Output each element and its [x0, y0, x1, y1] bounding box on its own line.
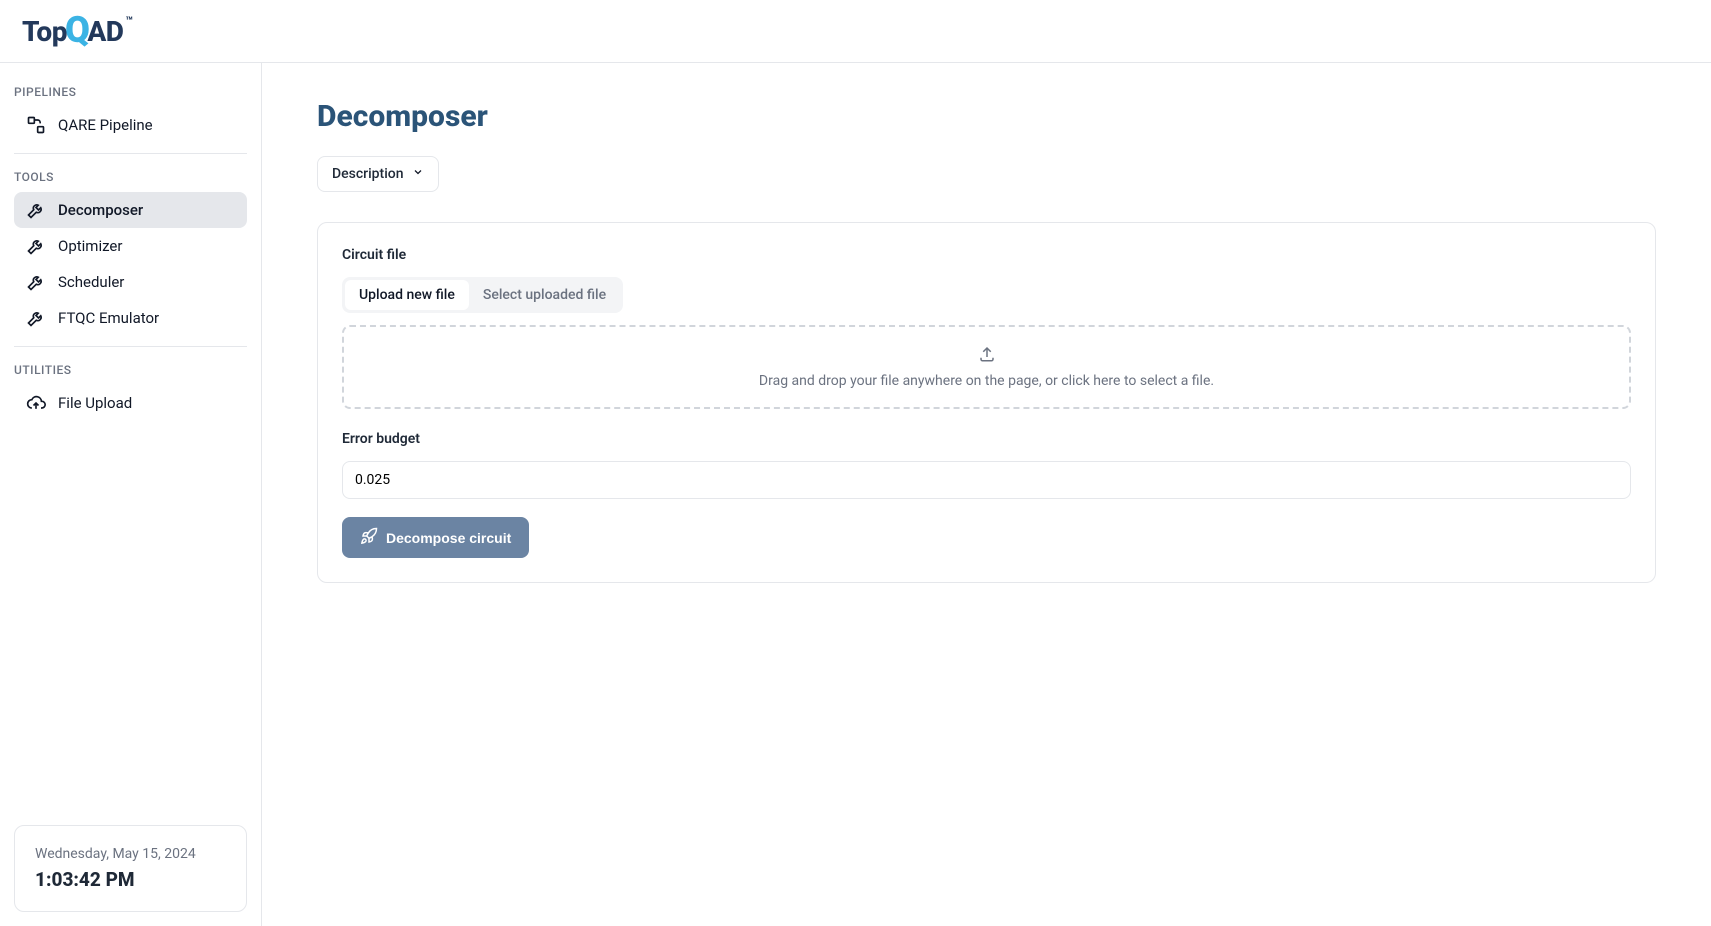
section-header-tools: TOOLS	[14, 162, 247, 192]
sidebar-divider	[14, 153, 247, 154]
sidebar-item-optimizer[interactable]: Optimizer	[14, 228, 247, 264]
logo-top-text: Top	[22, 15, 67, 48]
wrench-icon	[26, 272, 46, 292]
sidebar-item-label: Optimizer	[58, 237, 122, 255]
file-dropzone[interactable]: Drag and drop your file anywhere on the …	[342, 325, 1631, 409]
upload-icon	[362, 345, 1611, 373]
description-dropdown-label: Description	[332, 166, 404, 182]
sidebar-item-decomposer[interactable]: Decomposer	[14, 192, 247, 228]
sidebar-divider	[14, 346, 247, 347]
logo-tm-text: ™	[125, 14, 132, 28]
wrench-icon	[26, 308, 46, 328]
sidebar-section-pipelines: PIPELINES QARE Pipeline	[14, 77, 247, 143]
app-logo: TopQAD™	[22, 10, 131, 52]
sidebar-section-tools: TOOLS Decomposer Optimizer Scheduler	[14, 162, 247, 336]
sidebar-item-scheduler[interactable]: Scheduler	[14, 264, 247, 300]
decompose-circuit-button[interactable]: Decompose circuit	[342, 517, 529, 558]
sidebar-item-label: FTQC Emulator	[58, 309, 159, 327]
description-dropdown[interactable]: Description	[317, 156, 439, 192]
rocket-icon	[360, 527, 378, 548]
form-card: Circuit file Upload new file Select uplo…	[317, 222, 1656, 583]
decompose-button-label: Decompose circuit	[386, 530, 511, 546]
tab-upload-new-file[interactable]: Upload new file	[345, 280, 469, 310]
datetime-card: Wednesday, May 15, 2024 1:03:42 PM	[14, 825, 247, 912]
sidebar-item-label: QARE Pipeline	[58, 116, 153, 134]
page-title: Decomposer	[317, 99, 1656, 134]
main-content: Decomposer Description Circuit file Uplo…	[262, 63, 1711, 926]
dropzone-text: Drag and drop your file anywhere on the …	[362, 373, 1611, 389]
error-budget-label: Error budget	[342, 431, 1631, 447]
cloud-upload-icon	[26, 393, 46, 413]
datetime-date: Wednesday, May 15, 2024	[35, 846, 226, 862]
chevron-down-icon	[412, 166, 424, 182]
sidebar-item-label: Scheduler	[58, 273, 124, 291]
tab-select-uploaded-file[interactable]: Select uploaded file	[469, 280, 620, 310]
sidebar-section-utilities: UTILITIES File Upload	[14, 355, 247, 421]
section-header-utilities: UTILITIES	[14, 355, 247, 385]
sidebar-item-label: Decomposer	[58, 201, 143, 219]
logo-q-text: Q	[65, 9, 89, 51]
circuit-file-tabs: Upload new file Select uploaded file	[342, 277, 623, 313]
datetime-time: 1:03:42 PM	[35, 868, 226, 891]
section-header-pipelines: PIPELINES	[14, 77, 247, 107]
sidebar: PIPELINES QARE Pipeline TOOLS Decomposer	[0, 63, 262, 926]
pipeline-icon	[26, 115, 46, 135]
wrench-icon	[26, 236, 46, 256]
sidebar-item-label: File Upload	[58, 394, 132, 412]
logo-ad-text: AD	[87, 15, 123, 48]
wrench-icon	[26, 200, 46, 220]
circuit-file-label: Circuit file	[342, 247, 1631, 263]
sidebar-item-qare-pipeline[interactable]: QARE Pipeline	[14, 107, 247, 143]
app-header: TopQAD™	[0, 0, 1711, 63]
error-budget-input[interactable]	[342, 461, 1631, 499]
sidebar-item-file-upload[interactable]: File Upload	[14, 385, 247, 421]
sidebar-item-ftqc-emulator[interactable]: FTQC Emulator	[14, 300, 247, 336]
